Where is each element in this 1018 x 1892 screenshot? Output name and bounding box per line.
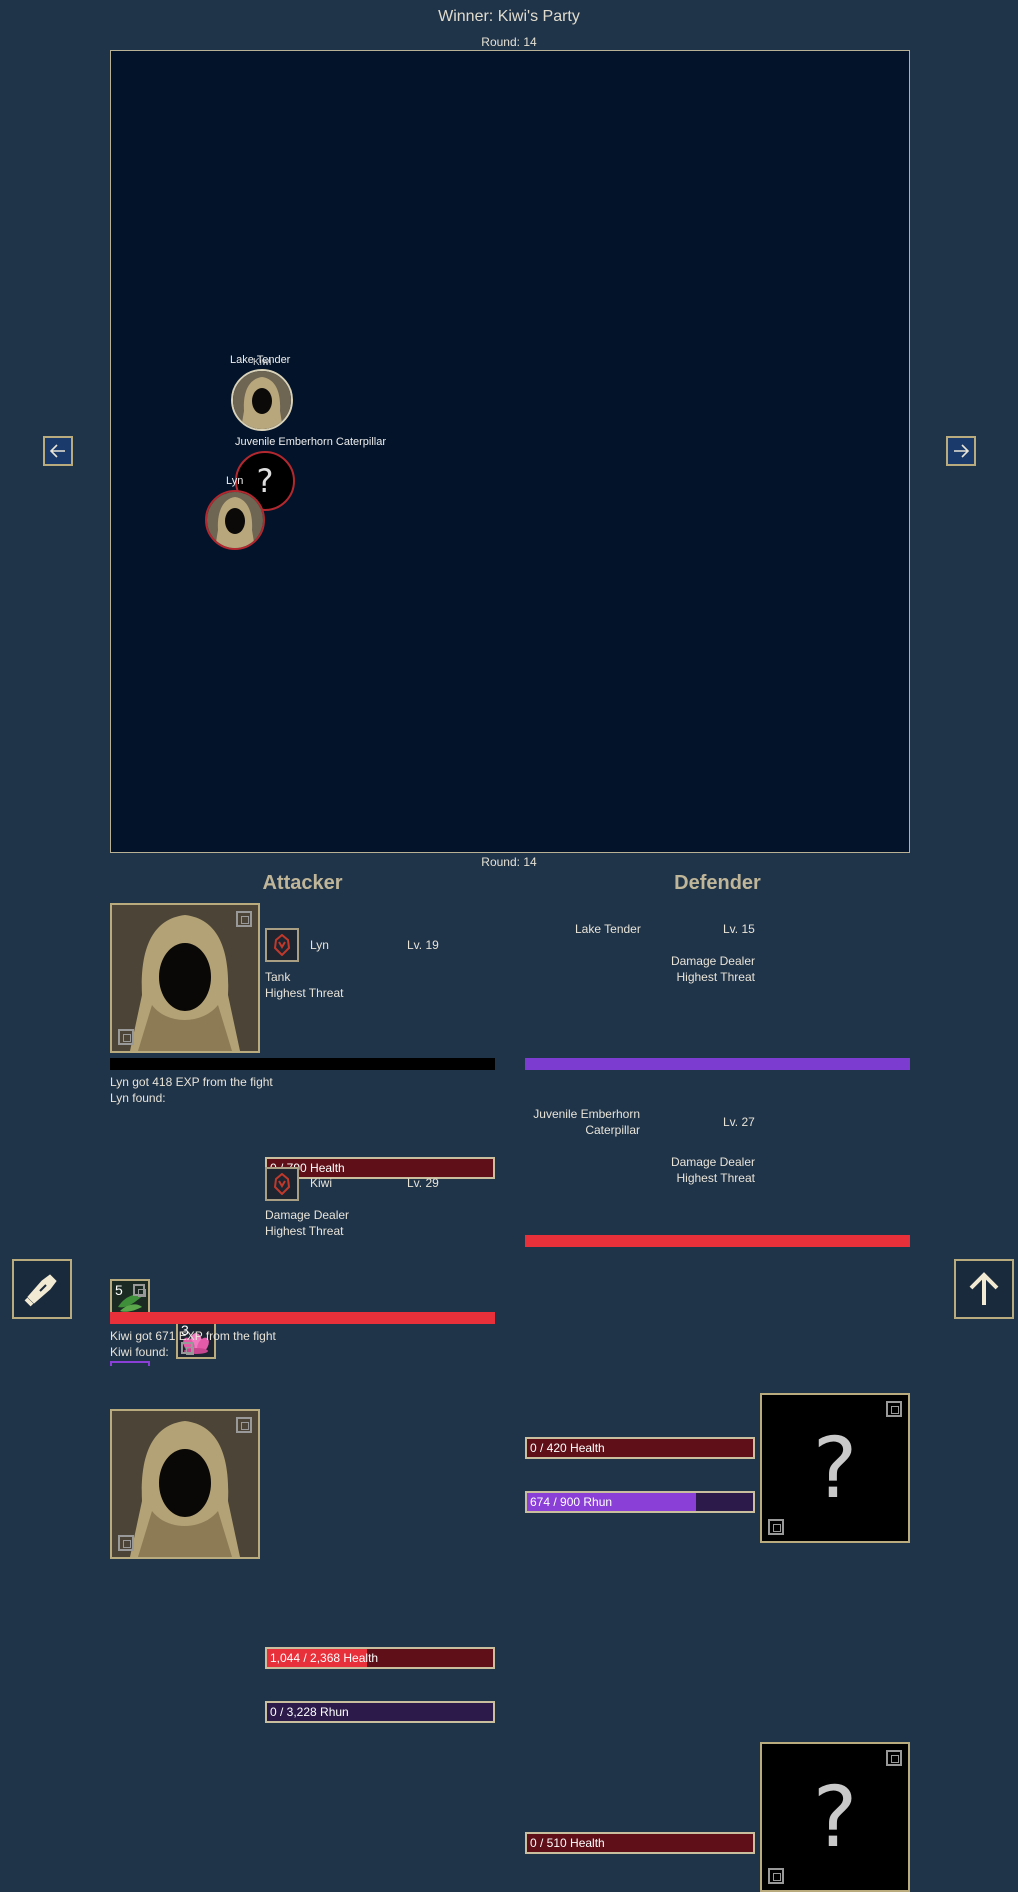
corner-frame-icon bbox=[768, 1519, 784, 1535]
rhun-bar-lake-tender: 674 / 900 Rhun bbox=[525, 1491, 755, 1513]
battle-arena: Lake Tender Kiwi Juvenile Emberhorn Cate… bbox=[110, 50, 910, 853]
unknown-portrait-glyph: ? bbox=[812, 1768, 858, 1866]
defender-name-caterpillar-line1: Juvenile Emberhorn bbox=[533, 1107, 640, 1121]
round-counter-bottom: Round: 14 bbox=[481, 855, 537, 869]
found-text-lyn: Lyn found: bbox=[110, 1091, 166, 1105]
health-text-kiwi: 1,044 / 2,368 Health bbox=[270, 1651, 379, 1665]
corner-frame-icon bbox=[118, 1535, 134, 1551]
defender-role-lake-tender: Damage Dealer bbox=[670, 954, 755, 968]
defender-level-caterpillar: Lv. 27 bbox=[723, 1115, 755, 1129]
class-emblem-icon bbox=[265, 928, 299, 962]
prev-round-button[interactable] bbox=[43, 436, 73, 466]
token-label-caterpillar: Juvenile Emberhorn Caterpillar bbox=[235, 436, 387, 448]
defender-role-caterpillar: Damage Dealer bbox=[670, 1155, 755, 1169]
corner-frame-icon bbox=[181, 1342, 194, 1355]
attacker-level-lyn: Lv. 19 bbox=[407, 938, 439, 952]
defender-portrait-caterpillar[interactable]: ? bbox=[760, 1742, 910, 1892]
exp-text-kiwi: Kiwi got 671 EXP from the fight bbox=[110, 1329, 276, 1343]
hooded-figure-icon bbox=[233, 371, 291, 429]
underbar-lake-tender bbox=[525, 1058, 910, 1070]
health-bar-lake-tender: 0 / 420 Health bbox=[525, 1437, 755, 1459]
health-bar-lyn: 0 / 790 Health bbox=[265, 1157, 495, 1179]
attacker-role-lyn: Tank bbox=[265, 970, 291, 984]
health-bar-caterpillar: 0 / 510 Health bbox=[525, 1832, 755, 1854]
winner-title: Winner: Kiwi's Party bbox=[438, 8, 580, 25]
arrow-up-icon bbox=[969, 1272, 999, 1305]
defender-threat-caterpillar: Highest Threat bbox=[676, 1171, 756, 1185]
corner-frame-icon bbox=[768, 1868, 784, 1884]
attacker-threat-lyn: Highest Threat bbox=[265, 986, 344, 1000]
rhun-text-kiwi: 0 / 3,228 Rhun bbox=[270, 1705, 349, 1719]
defender-name-caterpillar-line2: Caterpillar bbox=[585, 1123, 640, 1137]
corner-frame-icon bbox=[886, 1401, 902, 1417]
arrow-right-icon bbox=[954, 444, 970, 458]
defender-heading: Defender bbox=[674, 872, 761, 894]
corner-frame-icon bbox=[236, 1417, 252, 1433]
attacker-name-kiwi: Kiwi bbox=[310, 1176, 333, 1190]
health-text-lake-tender: 0 / 420 Health bbox=[530, 1441, 605, 1455]
token-label-lyn: Lyn bbox=[226, 475, 244, 487]
underbar-kiwi bbox=[110, 1312, 495, 1324]
defender-name-caterpillar: Juvenile Emberhorn Caterpillar bbox=[525, 1107, 640, 1137]
corner-frame-icon bbox=[236, 911, 252, 927]
token-kiwi[interactable] bbox=[231, 369, 293, 431]
underbar-caterpillar bbox=[525, 1235, 910, 1247]
token-label-kiwi: Kiwi bbox=[253, 357, 272, 368]
corner-frame-icon bbox=[886, 1750, 902, 1766]
attacker-portrait-kiwi[interactable] bbox=[110, 1409, 260, 1559]
next-round-button[interactable] bbox=[946, 436, 976, 466]
scroll-to-top-button[interactable] bbox=[954, 1259, 1014, 1319]
attacker-name-lyn: Lyn bbox=[310, 938, 329, 952]
health-text-lyn: 0 / 790 Health bbox=[270, 1161, 345, 1175]
rhun-text-lake-tender: 674 / 900 Rhun bbox=[530, 1495, 613, 1509]
attacker-heading: Attacker bbox=[262, 872, 343, 894]
attacker-portrait-lyn[interactable] bbox=[110, 903, 260, 1053]
health-text-caterpillar: 0 / 510 Health bbox=[530, 1836, 605, 1850]
defender-level-lake-tender: Lv. 15 bbox=[723, 922, 755, 936]
underbar-lyn bbox=[110, 1058, 495, 1070]
loot-count-herb: 5 bbox=[115, 1282, 123, 1298]
unknown-portrait-glyph: ? bbox=[812, 1419, 858, 1517]
defender-name-lake-tender: Lake Tender bbox=[575, 922, 641, 936]
rhun-bar-kiwi: 0 / 3,228 Rhun bbox=[265, 1701, 495, 1723]
arrow-left-icon bbox=[49, 444, 65, 458]
corner-frame-icon bbox=[133, 1284, 146, 1297]
health-bar-kiwi: 1,044 / 2,368 Health bbox=[265, 1647, 495, 1669]
attacker-role-kiwi: Damage Dealer bbox=[265, 1208, 350, 1222]
defender-portrait-lake-tender[interactable]: ? bbox=[760, 1393, 910, 1543]
hooded-figure-icon bbox=[207, 492, 263, 548]
scroll-hand-icon bbox=[24, 1274, 57, 1307]
exp-text-lyn: Lyn got 418 EXP from the fight bbox=[110, 1075, 273, 1089]
scroll-log-button[interactable] bbox=[12, 1259, 72, 1319]
round-counter-top: Round: 14 bbox=[481, 35, 537, 49]
attacker-level-kiwi: Lv. 29 bbox=[407, 1176, 439, 1190]
found-text-kiwi: Kiwi found: bbox=[110, 1345, 169, 1359]
token-lyn[interactable] bbox=[205, 490, 265, 550]
class-emblem-icon bbox=[265, 1167, 299, 1201]
attacker-threat-kiwi: Highest Threat bbox=[265, 1224, 344, 1238]
loot-item-partial[interactable] bbox=[110, 1361, 150, 1366]
corner-frame-icon bbox=[118, 1029, 134, 1045]
defender-threat-lake-tender: Highest Threat bbox=[676, 970, 756, 984]
